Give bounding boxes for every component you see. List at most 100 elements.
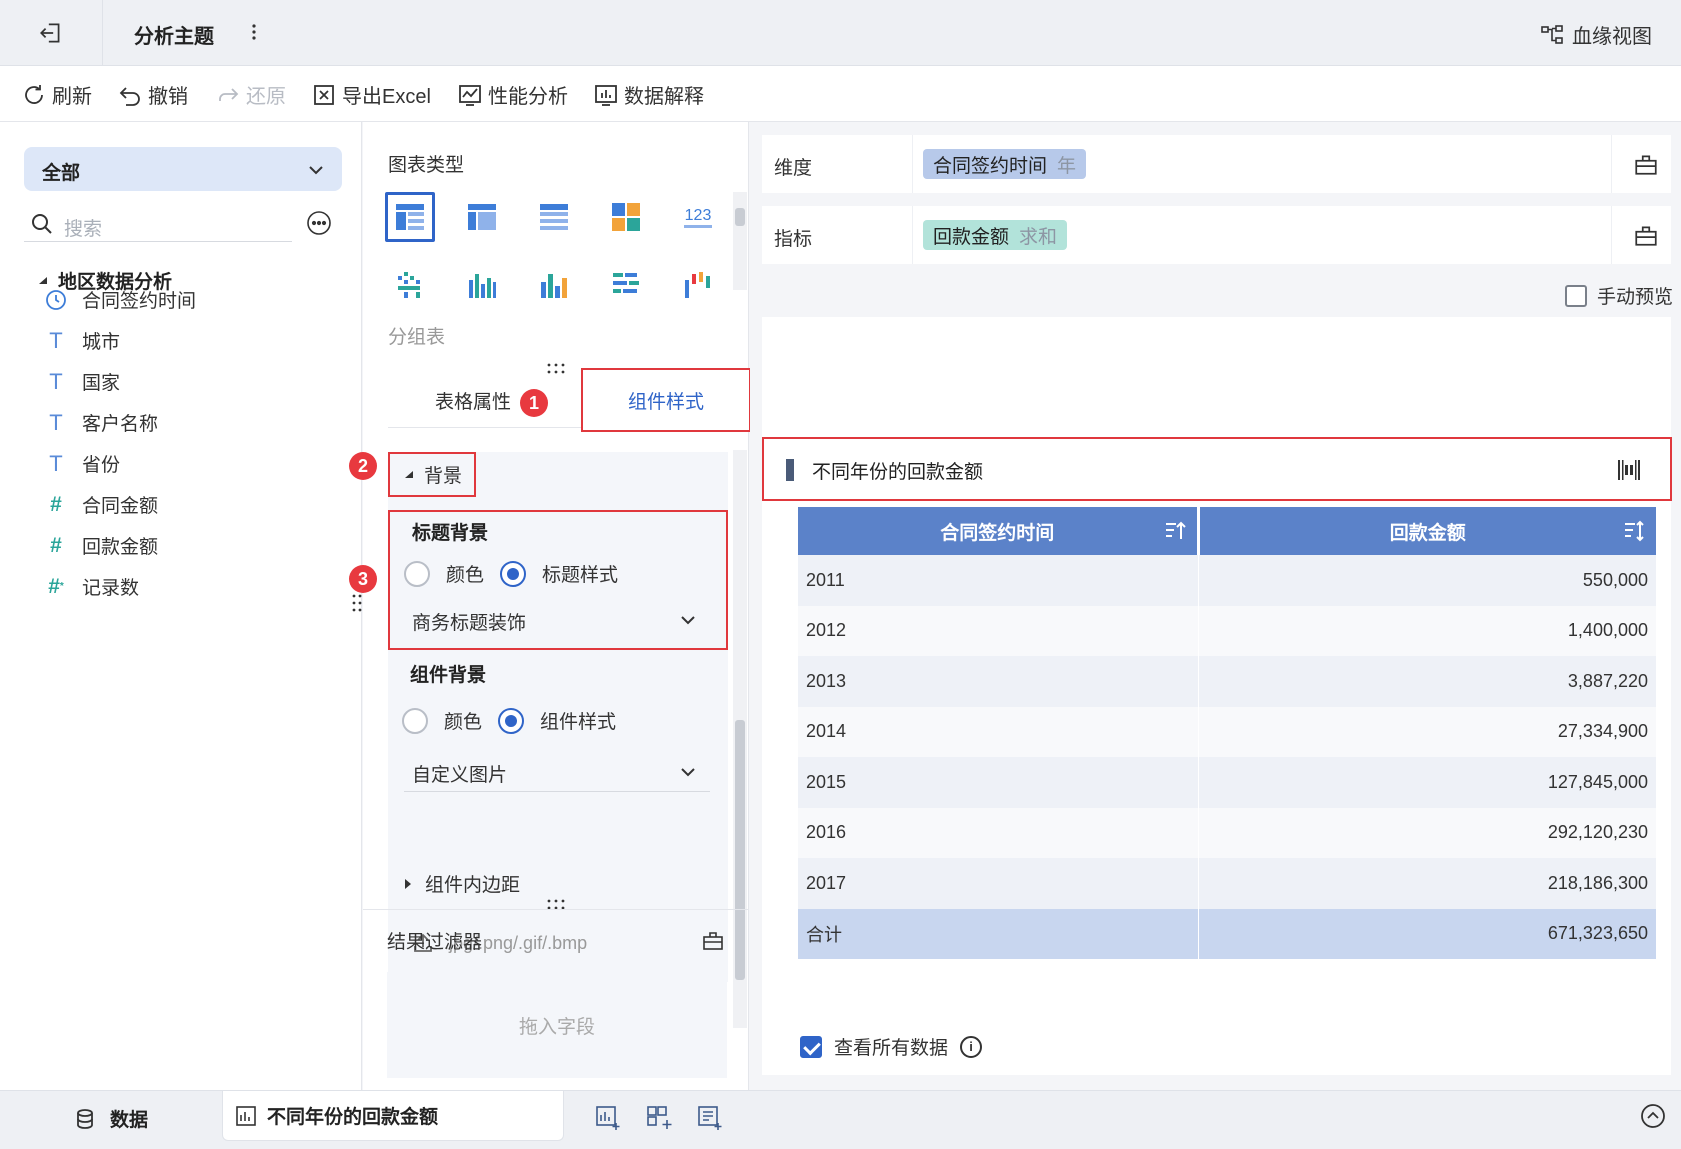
select-value: 商务标题装饰: [412, 613, 527, 634]
sort-icon[interactable]: [1622, 519, 1646, 543]
column-header-contract-time[interactable]: 合同签约时间: [798, 507, 1200, 555]
add-filter-component-icon[interactable]: [645, 1103, 673, 1131]
dimension-dropzone[interactable]: 合同签约时间 年: [912, 135, 1612, 193]
padding-section-label: 组件内边距: [425, 875, 521, 896]
tab-component-style[interactable]: 组件样式: [581, 368, 751, 432]
refresh-button[interactable]: 刷新: [22, 80, 92, 109]
barcode-icon[interactable]: [1616, 457, 1642, 483]
waterfall-icon: [685, 272, 710, 298]
select-value: 自定义图片: [412, 765, 508, 786]
data-table: 合同签约时间 回款金额 2011 550,000 2012 1,400,000 20…: [798, 507, 1656, 959]
chart-type-indicator-card[interactable]: 123: [673, 192, 723, 242]
chart-type-multi-block[interactable]: [601, 192, 651, 242]
drag-handle-icon[interactable]: [351, 592, 363, 614]
field-item[interactable]: T 省份: [44, 450, 120, 477]
table-row: 2016 292,120,230: [798, 807, 1656, 858]
chevron-up-circle-icon[interactable]: [1640, 1103, 1666, 1129]
table-row: 2015 127,845,000: [798, 757, 1656, 808]
chevron-down-icon: [681, 768, 695, 777]
sort-asc-icon[interactable]: [1163, 519, 1187, 543]
chart-type-title: 图表类型: [388, 155, 465, 176]
chart-type-scatter-bar[interactable]: [385, 260, 435, 310]
dimension-row: 维度 合同签约时间 年: [762, 135, 1671, 193]
add-field-icon[interactable]: [701, 928, 725, 952]
text-type-icon: T: [49, 450, 63, 476]
scrollbar-thumb[interactable]: [735, 720, 745, 980]
data-explain-button[interactable]: 数据解释: [594, 80, 704, 109]
style-scrollbar[interactable]: [733, 450, 747, 1028]
chart-type-horizontal-bar[interactable]: [601, 260, 651, 310]
chart-type-cross-table[interactable]: [457, 192, 507, 242]
undo-button[interactable]: 撤销: [118, 80, 188, 109]
padding-section-header[interactable]: 组件内边距: [403, 870, 520, 897]
more-options-icon[interactable]: [306, 210, 332, 236]
performance-analysis-button[interactable]: 性能分析: [458, 80, 568, 109]
column-chart-icon: [469, 274, 496, 298]
info-icon[interactable]: i: [960, 1035, 983, 1058]
component-style-select[interactable]: 自定义图片: [404, 752, 710, 792]
title-bg-color-radio[interactable]: 颜色: [404, 560, 484, 587]
component-tab[interactable]: 不同年份的回款金额: [222, 1091, 564, 1141]
radio-selected[interactable]: [498, 707, 524, 734]
component-bg-color-radio[interactable]: 颜色: [402, 707, 482, 734]
redo-button[interactable]: 还原: [216, 80, 286, 109]
component-title-bar[interactable]: 不同年份的回款金额: [762, 437, 1672, 501]
dimension-pill[interactable]: 合同签约时间 年: [923, 149, 1087, 179]
table-header-row: 合同签约时间 回款金额: [798, 507, 1656, 555]
bar-chart-icon: [541, 274, 567, 298]
radio-selected[interactable]: [500, 560, 526, 587]
field-search[interactable]: 搜索: [24, 208, 292, 242]
cell-amount: 218,186,300: [1198, 858, 1656, 909]
horizontal-bar-icon: [613, 273, 639, 293]
scrollbar-thumb[interactable]: [735, 208, 745, 226]
field-item[interactable]: # 回款金额: [44, 532, 158, 559]
measure-pill[interactable]: 回款金额 求和: [923, 220, 1068, 250]
chart-type-scrollbar[interactable]: [733, 192, 747, 290]
background-section-header[interactable]: 背景: [388, 452, 476, 497]
pill-field-name: 回款金额: [933, 226, 1010, 248]
scope-dropdown[interactable]: 全部: [24, 147, 342, 191]
exit-icon[interactable]: [38, 20, 64, 46]
add-chart-icon[interactable]: [594, 1103, 622, 1131]
lineage-view-button[interactable]: 血缘视图: [1540, 20, 1652, 49]
data-tab[interactable]: 数据: [74, 1105, 148, 1132]
measure-label: 指标: [774, 229, 813, 250]
table-row: 2014 27,334,900: [798, 706, 1656, 757]
manual-preview-toggle[interactable]: 手动预览: [1565, 282, 1673, 309]
result-filter-dropzone[interactable]: 拖入字段: [387, 972, 727, 1078]
more-vertical-icon[interactable]: [248, 18, 260, 46]
field-item[interactable]: T 城市: [44, 327, 120, 354]
chart-type-column[interactable]: [529, 260, 579, 310]
field-item[interactable]: # 合同金额: [44, 491, 158, 518]
add-field-icon[interactable]: [1633, 222, 1659, 248]
field-panel: 全部 搜索 地区数据分析 合同签约时间 T 城市 T 国家 T 客户名称 T 省…: [0, 122, 362, 1090]
cell-year: 2017: [798, 858, 1199, 909]
radio-unselected[interactable]: [402, 707, 428, 734]
config-panel: 图表类型 123 分组表 表格属性 组件样式 1 背景 标题背景 颜色 标题样式…: [349, 122, 751, 1090]
measure-dropzone[interactable]: 回款金额 求和: [912, 206, 1612, 264]
chart-type-stacked-column[interactable]: [457, 260, 507, 310]
chart-type-detail-table[interactable]: [529, 192, 579, 242]
chart-type-waterfall[interactable]: [673, 260, 723, 310]
chart-type-grouped-table[interactable]: [385, 192, 435, 242]
search-input[interactable]: 搜索: [64, 214, 102, 241]
column-header-payment-amount[interactable]: 回款金额: [1198, 507, 1656, 555]
add-field-icon[interactable]: [1633, 151, 1659, 177]
export-excel-button[interactable]: 导出Excel: [312, 80, 431, 109]
title-bg-style-radio[interactable]: 标题样式: [500, 560, 618, 587]
cell-year: 2016: [798, 807, 1199, 858]
field-item[interactable]: # * 记录数: [44, 573, 139, 600]
add-text-component-icon[interactable]: [696, 1103, 724, 1131]
manual-preview-checkbox[interactable]: [1565, 284, 1587, 307]
cell-year: 2012: [798, 605, 1199, 656]
component-canvas: 不同年份的回款金额 合同签约时间 回款金额 2011 550,000 2012 …: [762, 317, 1672, 1075]
field-item[interactable]: T 国家: [44, 368, 120, 395]
component-bg-style-radio[interactable]: 组件样式: [498, 707, 616, 734]
view-all-checkbox[interactable]: [800, 1035, 822, 1058]
field-item[interactable]: T 客户名称: [44, 409, 158, 436]
view-all-data-toggle[interactable]: 查看所有数据 i: [800, 1033, 983, 1060]
radio-unselected[interactable]: [404, 560, 430, 587]
title-style-select[interactable]: 商务标题装饰: [404, 600, 710, 640]
page-title: 分析主题: [134, 26, 214, 48]
field-item[interactable]: 合同签约时间: [44, 286, 196, 313]
